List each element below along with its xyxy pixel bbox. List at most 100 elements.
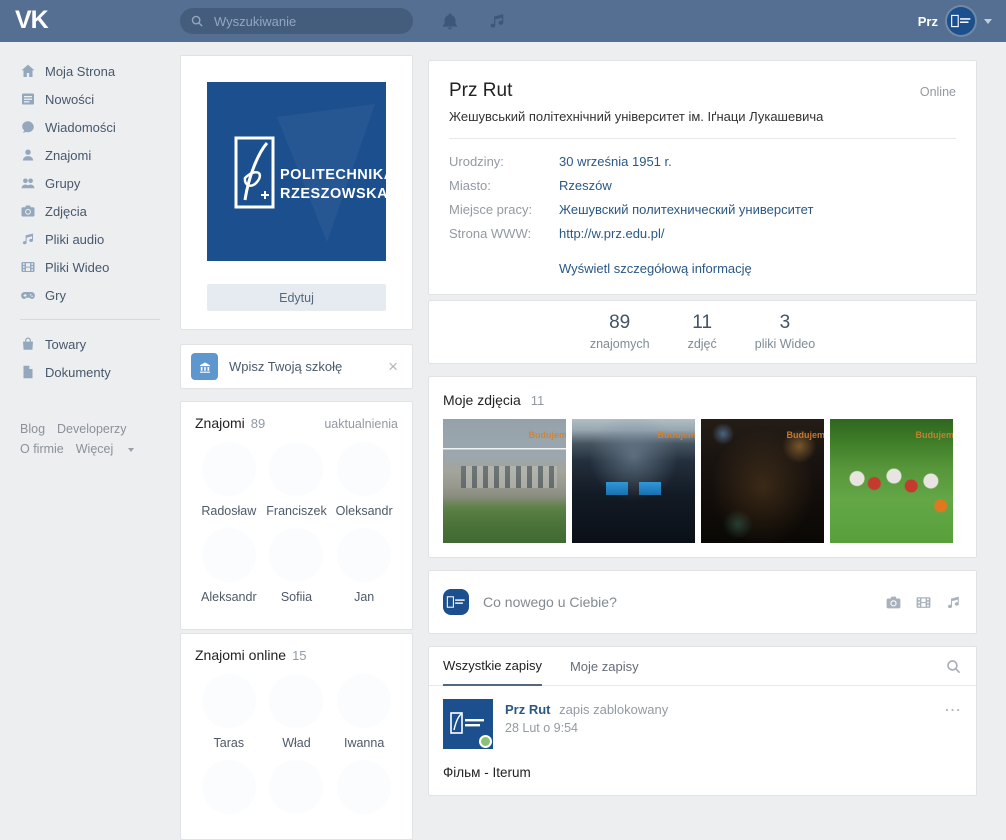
counter-value: 89 [590, 312, 650, 334]
friend-item[interactable]: Taras [195, 674, 263, 750]
friend-item[interactable]: Aleksandr [195, 528, 263, 604]
friend-item[interactable]: Radosław [195, 442, 263, 518]
sidebar-item-label: Dokumenty [45, 365, 111, 380]
friend-item[interactable] [195, 760, 263, 814]
tab-my-posts[interactable]: Moje zapisy [570, 647, 639, 685]
avatar-text-line2: RZESZOWSKA [280, 186, 386, 202]
detail-label: Urodziny: [449, 154, 559, 169]
edit-profile-button[interactable]: Edytuj [207, 284, 386, 311]
friend-item[interactable]: Iwanna [330, 674, 398, 750]
detail-label: Miasto: [449, 178, 559, 193]
profile-subtitle: Жешувський політехнічний університет ім.… [449, 109, 956, 124]
sidebar-item-audio[interactable]: Pliki audio [20, 225, 180, 253]
detail-value-link[interactable]: 30 września 1951 r. [559, 154, 672, 169]
sidebar-item-documents[interactable]: Dokumenty [20, 358, 180, 386]
footer-link-about[interactable]: O firmie [20, 442, 64, 456]
friend-avatar [269, 674, 323, 728]
photo-thumbnail-night-event-crowd[interactable]: Budujem [701, 419, 824, 543]
page-content: Moja Strona Nowości Wiadomości Znajomi G… [0, 42, 1006, 840]
sidebar-divider [20, 319, 160, 320]
friend-avatar [337, 760, 391, 814]
photo-thumbnail-folk-dancers[interactable]: Budujem [830, 419, 953, 543]
photos-title[interactable]: Moje zdjęcia [443, 392, 521, 408]
left-sidebar: Moja Strona Nowości Wiadomości Znajomi G… [0, 42, 180, 459]
friend-item[interactable]: Wład [263, 674, 331, 750]
friend-item[interactable]: Franciszek [263, 442, 331, 518]
photo-watermark: Budujem [915, 430, 953, 440]
shopping-bag-icon [20, 336, 36, 352]
friend-name: Franciszek [266, 504, 326, 518]
friend-item[interactable]: Oleksandr [330, 442, 398, 518]
composer-input[interactable]: Co nowego u Ciebie? [483, 594, 872, 610]
attach-audio-icon[interactable] [945, 594, 962, 611]
sidebar-item-photos[interactable]: Zdjęcia [20, 197, 180, 225]
detail-value-link[interactable]: http://w.prz.edu.pl/ [559, 226, 665, 241]
footer-link-blog[interactable]: Blog [20, 422, 45, 436]
search-input[interactable] [212, 13, 386, 30]
friends-grid: Radosław Franciszek Oleksandr Aleksandr … [195, 442, 398, 614]
counter-label: zdjęć [688, 337, 717, 351]
sidebar-item-label: Wiadomości [45, 120, 116, 135]
photo-thumbnail-flight-simulator-cockpit[interactable]: Budujem [572, 419, 695, 543]
music-icon[interactable] [487, 11, 507, 31]
notifications-bell-icon[interactable] [440, 11, 460, 31]
post-menu-button[interactable]: ... [945, 699, 962, 749]
profile-info-card: Prz Rut Online Жешувський політехнічний … [428, 60, 977, 295]
detail-value-link[interactable]: Жешувский политехнический университет [559, 202, 813, 217]
vk-logo[interactable]: VK [15, 6, 48, 35]
my-photos-card: Moje zdjęcia 11 Budujem Budujem Budujem … [428, 376, 977, 558]
divider [449, 138, 956, 139]
post-author-link[interactable]: Prz Rut [505, 702, 551, 717]
friend-avatar [337, 442, 391, 496]
detail-row-city: Miasto: Rzeszów [449, 178, 956, 193]
show-detailed-info-link[interactable]: Wyświetl szczegółową informację [559, 261, 752, 276]
composer-avatar [443, 589, 469, 615]
friend-item[interactable]: Jan [330, 528, 398, 604]
photo-thumbnail-campus-building[interactable]: Budujem [443, 419, 566, 543]
sidebar-item-label: Moja Strona [45, 64, 115, 79]
photo-watermark: Budujem [657, 430, 695, 440]
sidebar-item-market[interactable]: Towary [20, 330, 180, 358]
friends-title[interactable]: Znajomi [195, 415, 245, 431]
post-date-link[interactable]: 28 Lut o 9:54 [505, 721, 668, 735]
sidebar-item-video[interactable]: Pliki Wideo [20, 253, 180, 281]
attach-photo-icon[interactable] [885, 594, 902, 611]
sidebar-item-groups[interactable]: Grupy [20, 169, 180, 197]
sidebar-item-news[interactable]: Nowości [20, 85, 180, 113]
detail-value-link[interactable]: Rzeszów [559, 178, 612, 193]
user-menu[interactable]: Prz [918, 0, 992, 42]
friend-item[interactable]: Sofiia [263, 528, 331, 604]
sidebar-item-label: Nowości [45, 92, 94, 107]
user-short-name: Prz [918, 14, 938, 29]
film-icon [20, 259, 36, 275]
friends-updates-link[interactable]: uaktualnienia [324, 417, 398, 431]
global-search[interactable] [180, 8, 413, 34]
friend-item[interactable] [263, 760, 331, 814]
attach-video-icon[interactable] [915, 594, 932, 611]
university-building-icon [191, 353, 218, 380]
sidebar-item-messages[interactable]: Wiadomości [20, 113, 180, 141]
photos-count: 11 [531, 393, 545, 408]
friend-avatar [269, 528, 323, 582]
school-prompt-input[interactable]: Wpisz Twoją szkołę [229, 359, 384, 374]
profile-photo[interactable]: POLITECHNIKA RZESZOWSKA [207, 82, 386, 261]
footer-link-more[interactable]: Więcej [76, 442, 114, 456]
wall-card: Wszystkie zapisy Moje zapisy [428, 646, 977, 796]
sidebar-item-games[interactable]: Gry [20, 281, 180, 309]
counter-photos[interactable]: 11 zdjęć [688, 312, 717, 351]
tab-all-posts[interactable]: Wszystkie zapisy [443, 648, 542, 686]
online-status: Online [920, 85, 956, 99]
footer-link-developers[interactable]: Developerzy [57, 422, 126, 436]
wall-search-icon[interactable] [945, 658, 962, 675]
friends-online-title[interactable]: Znajomi online [195, 647, 286, 663]
sidebar-item-label: Zdjęcia [45, 204, 87, 219]
counter-videos[interactable]: 3 pliki Wideo [755, 312, 815, 351]
sidebar-item-friends[interactable]: Znajomi [20, 141, 180, 169]
counter-label: pliki Wideo [755, 337, 815, 351]
profile-photo-card: POLITECHNIKA RZESZOWSKA Edytuj [180, 55, 413, 330]
sidebar-item-my-page[interactable]: Moja Strona [20, 57, 180, 85]
avatar-text-line1: POLITECHNIKA [280, 167, 386, 183]
counter-friends[interactable]: 89 znajomych [590, 312, 650, 351]
friend-item[interactable] [330, 760, 398, 814]
close-icon[interactable]: × [384, 358, 402, 375]
